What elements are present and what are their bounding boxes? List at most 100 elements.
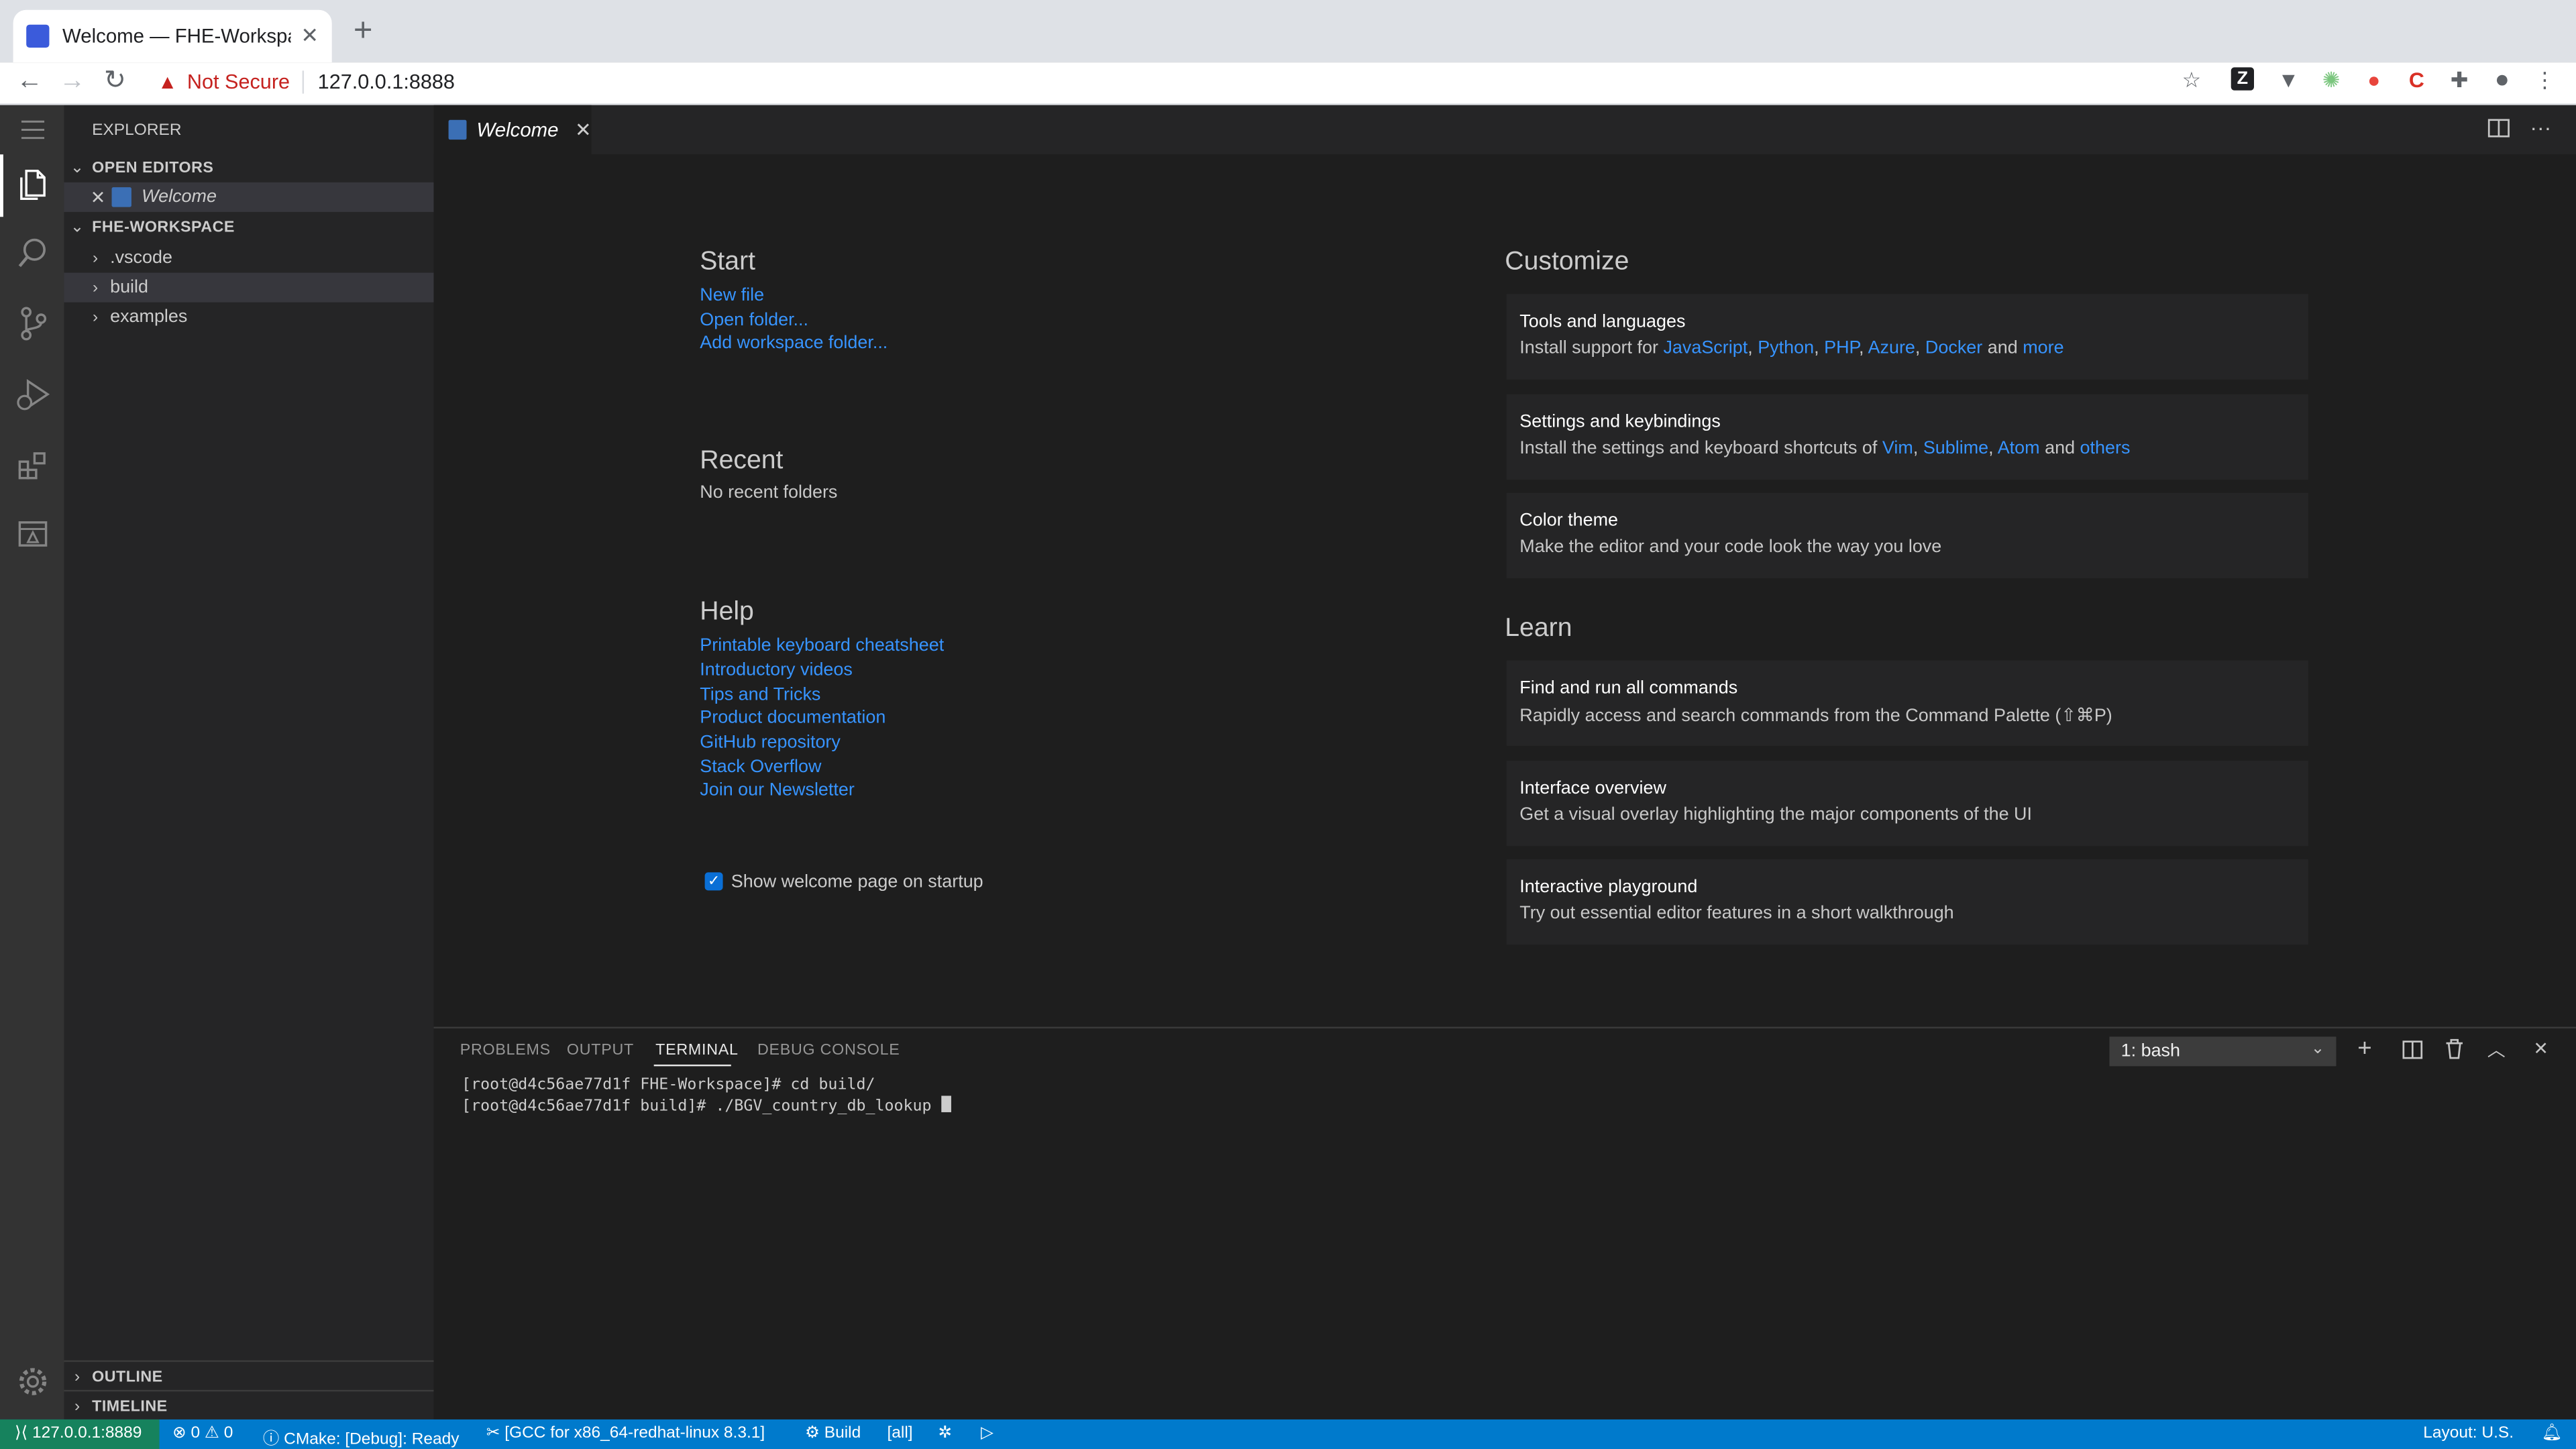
- timeline-section[interactable]: › TIMELINE: [64, 1391, 434, 1421]
- show-welcome-label: Show welcome page on startup: [731, 872, 983, 892]
- terminal-select[interactable]: 1: bash ⌄: [2109, 1036, 2337, 1067]
- python-link[interactable]: Python: [1758, 338, 1814, 358]
- extensions-puzzle-icon[interactable]: ✚: [2447, 67, 2473, 93]
- problems-status[interactable]: ⊗ 0 ⚠ 0: [172, 1424, 233, 1442]
- close-editor-icon[interactable]: ✕: [91, 186, 106, 207]
- chevron-right-icon: ›: [92, 249, 99, 267]
- keyboard-layout-status[interactable]: Layout: U.S.: [2423, 1424, 2514, 1442]
- tools-languages-card[interactable]: Tools and languages Install support for …: [1506, 294, 2308, 380]
- settings-gear-icon[interactable]: [0, 1349, 64, 1415]
- others-link[interactable]: others: [2080, 439, 2131, 458]
- cmake-status[interactable]: ⓘ CMake: [Debug]: Ready: [263, 1424, 460, 1449]
- chevron-right-icon: ›: [92, 308, 99, 327]
- not-secure-label[interactable]: Not Secure: [187, 70, 290, 93]
- vue-devtools-extension-icon[interactable]: ▼: [2275, 67, 2302, 93]
- chevron-down-icon: ⌄: [70, 217, 85, 236]
- cmake-icon[interactable]: [0, 501, 64, 567]
- browser-menu-icon[interactable]: ⋮: [2532, 67, 2558, 93]
- trash-icon[interactable]: [2445, 1038, 2464, 1060]
- open-editors-section[interactable]: ⌄ OPEN EDITORS: [64, 153, 434, 182]
- target-status[interactable]: [all]: [887, 1424, 912, 1442]
- tab-terminal[interactable]: TERMINAL: [655, 1042, 739, 1060]
- search-icon[interactable]: [0, 220, 64, 286]
- new-terminal-icon[interactable]: +: [2357, 1036, 2371, 1063]
- azure-link[interactable]: Azure: [1868, 338, 1915, 358]
- more-actions-icon[interactable]: ···: [2530, 115, 2551, 140]
- interface-overview-card[interactable]: Interface overview Get a visual overlay …: [1506, 760, 2308, 847]
- folder-examples[interactable]: › examples: [64, 303, 434, 332]
- outline-section[interactable]: › OUTLINE: [64, 1362, 434, 1391]
- remote-status[interactable]: ⟩⟨ 127.0.0.1:8889: [15, 1424, 142, 1442]
- run-play-icon[interactable]: ▷: [981, 1424, 994, 1442]
- explorer-files-icon[interactable]: [0, 151, 64, 217]
- remote-icon: ⟩⟨: [15, 1424, 32, 1443]
- sublime-link[interactable]: Sublime: [1923, 439, 1988, 458]
- gear-icon: ⚙: [805, 1424, 824, 1443]
- extensions-icon[interactable]: [0, 432, 64, 498]
- color-wheel-extension-icon[interactable]: ●: [2361, 67, 2387, 93]
- tab-problems[interactable]: PROBLEMS: [460, 1042, 551, 1060]
- error-count: 0: [191, 1424, 201, 1443]
- card-title: Color theme: [1519, 511, 1619, 531]
- folder-build[interactable]: › build: [64, 272, 434, 303]
- javascript-link[interactable]: JavaScript: [1663, 338, 1748, 358]
- new-tab-icon[interactable]: +: [345, 13, 381, 50]
- menu-icon[interactable]: [0, 105, 64, 154]
- folder-label: build: [110, 277, 149, 298]
- interactive-playground-card[interactable]: Interactive playground Try out essential…: [1506, 859, 2308, 945]
- back-arrow-icon[interactable]: ←: [11, 66, 48, 99]
- build-status[interactable]: ⚙ Build: [805, 1424, 861, 1442]
- terminal-cursor: [941, 1095, 951, 1112]
- find-run-commands-card[interactable]: Find and run all commands Rapidly access…: [1506, 660, 2308, 746]
- forward-arrow-icon[interactable]: →: [54, 66, 91, 99]
- browser-tab[interactable]: Welcome — FHE-Workspace — ✕: [13, 9, 332, 63]
- split-editor-icon[interactable]: [2487, 118, 2510, 138]
- help-heading: Help: [700, 598, 754, 627]
- settings-keybindings-card[interactable]: Settings and keybindings Install the set…: [1506, 394, 2308, 480]
- customize-heading: Customize: [1505, 248, 1629, 276]
- profile-avatar-icon[interactable]: ●: [2489, 66, 2515, 93]
- show-welcome-checkbox[interactable]: ✓: [704, 872, 723, 891]
- github-repository-link[interactable]: GitHub repository: [700, 731, 841, 755]
- product-documentation-link[interactable]: Product documentation: [700, 706, 885, 731]
- php-link[interactable]: PHP: [1824, 338, 1859, 358]
- tab-welcome[interactable]: Welcome ✕: [433, 105, 592, 155]
- debug-bug-icon[interactable]: ✲: [938, 1424, 952, 1442]
- folder-vscode[interactable]: › .vscode: [64, 243, 434, 272]
- reload-icon[interactable]: ↻: [97, 66, 133, 99]
- split-terminal-icon[interactable]: [2402, 1040, 2423, 1059]
- terminal-output[interactable]: [root@d4c56ae77d1f FHE-Workspace]# cd bu…: [462, 1076, 951, 1116]
- introductory-videos-link[interactable]: Introductory videos: [700, 659, 853, 683]
- code-extension-icon[interactable]: C: [2404, 67, 2430, 93]
- address-bar[interactable]: ▲ Not Secure 127.0.0.1:8888: [145, 62, 2228, 102]
- color-theme-card[interactable]: Color theme Make the editor and your cod…: [1506, 492, 2308, 579]
- source-control-icon[interactable]: [0, 290, 64, 356]
- add-workspace-folder-link[interactable]: Add workspace folder...: [700, 332, 888, 356]
- new-file-link[interactable]: New file: [700, 284, 764, 309]
- newsletter-link[interactable]: Join our Newsletter: [700, 779, 855, 803]
- workspace-section[interactable]: ⌄ FHE-WORKSPACE: [64, 212, 434, 241]
- open-editor-welcome[interactable]: ✕ Welcome: [64, 182, 434, 212]
- url-text[interactable]: 127.0.0.1:8888: [318, 70, 455, 93]
- close-panel-icon[interactable]: ✕: [2533, 1038, 2548, 1059]
- docker-link[interactable]: Docker: [1925, 338, 1982, 358]
- tab-output[interactable]: OUTPUT: [567, 1042, 634, 1060]
- keyboard-cheatsheet-link[interactable]: Printable keyboard cheatsheet: [700, 634, 944, 658]
- tab-debug-console[interactable]: DEBUG CONSOLE: [757, 1042, 900, 1060]
- atom-link[interactable]: Atom: [1998, 439, 2040, 458]
- open-folder-link[interactable]: Open folder...: [700, 309, 808, 333]
- maximize-panel-icon[interactable]: ︿: [2487, 1036, 2506, 1063]
- notifications-bell-icon[interactable]: 🔔︎: [2542, 1424, 2563, 1442]
- zotero-extension-icon[interactable]: Z: [2231, 67, 2255, 91]
- close-tab-icon[interactable]: ✕: [575, 118, 592, 141]
- sun-extension-icon[interactable]: ✺: [2318, 67, 2345, 93]
- bookmark-star-icon[interactable]: ☆: [2178, 67, 2204, 93]
- run-debug-icon[interactable]: [0, 362, 64, 427]
- more-link[interactable]: more: [2023, 338, 2063, 358]
- tips-and-tricks-link[interactable]: Tips and Tricks: [700, 684, 820, 708]
- kit-status[interactable]: ✂ [GCC for x86_64-redhat-linux 8.3.1]: [486, 1424, 765, 1442]
- close-tab-icon[interactable]: ✕: [301, 23, 319, 49]
- omnibox-divider: [303, 70, 305, 94]
- stack-overflow-link[interactable]: Stack Overflow: [700, 756, 821, 780]
- vim-link[interactable]: Vim: [1882, 439, 1913, 458]
